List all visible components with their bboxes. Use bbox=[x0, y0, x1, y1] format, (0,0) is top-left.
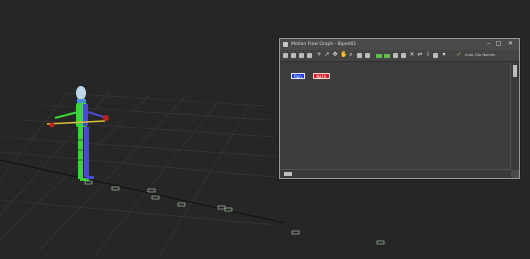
save-icon[interactable] bbox=[393, 53, 398, 58]
motion-flow-graph-window[interactable]: Motion Flow Graph - Biped01 – □ ✕ + ↗ ✥ … bbox=[279, 38, 520, 179]
biped-right-hand bbox=[103, 115, 109, 121]
zoom-icon[interactable]: ⌕ bbox=[348, 52, 354, 58]
zoom-extents-icon[interactable] bbox=[357, 53, 362, 58]
horizontal-scrollbar[interactable] bbox=[280, 169, 511, 178]
hand-icon[interactable]: ✋ bbox=[340, 52, 347, 58]
vertical-scrollbar[interactable] bbox=[510, 62, 519, 170]
rotate-icon[interactable] bbox=[299, 53, 304, 58]
maximize-button[interactable]: □ bbox=[494, 40, 503, 48]
app-icon bbox=[283, 42, 288, 47]
create-random-motion-icon[interactable] bbox=[376, 54, 382, 58]
clip-node-run[interactable]: Run bbox=[291, 73, 305, 79]
transition-icon[interactable]: ⇌ bbox=[417, 52, 423, 58]
vertical-scroll-thumb[interactable] bbox=[513, 65, 517, 77]
move-icon[interactable] bbox=[283, 53, 288, 58]
link-icon[interactable] bbox=[433, 53, 438, 58]
close-button[interactable]: ✕ bbox=[506, 40, 515, 48]
clip-node-walk[interactable]: Walk bbox=[313, 73, 330, 79]
sort-icon[interactable] bbox=[291, 53, 296, 58]
minimize-button[interactable]: – bbox=[484, 40, 493, 48]
resize-grip[interactable] bbox=[511, 170, 519, 178]
add-clip-icon[interactable]: + bbox=[316, 52, 322, 58]
info-icon[interactable]: i bbox=[425, 52, 431, 58]
biped-left-hand bbox=[49, 122, 55, 128]
delete-icon[interactable]: ✕ bbox=[409, 52, 415, 58]
select-icon[interactable]: ↗ bbox=[324, 52, 330, 58]
motion-icon[interactable] bbox=[384, 54, 390, 58]
window-title: Motion Flow Graph - Biped01 bbox=[291, 42, 357, 47]
checkmark-icon[interactable]: ✓ bbox=[456, 52, 462, 58]
horizontal-scroll-thumb[interactable] bbox=[284, 172, 292, 176]
frame-icon[interactable] bbox=[365, 53, 370, 58]
window-titlebar[interactable]: Motion Flow Graph - Biped01 – □ ✕ bbox=[280, 39, 519, 50]
auto-clip-names-label[interactable]: Auto Clip Names bbox=[465, 53, 495, 57]
load-icon[interactable] bbox=[401, 53, 406, 58]
align-icon[interactable] bbox=[307, 53, 312, 58]
motion-flow-canvas[interactable]: Run Walk bbox=[280, 62, 511, 170]
pan-icon[interactable]: ✥ bbox=[332, 52, 338, 58]
motion-flow-toolbar: + ↗ ✥ ✋ ⌕ ✕ ⇌ i ▾ ✓ Auto Clip Names bbox=[280, 50, 519, 62]
dropdown-icon[interactable]: ▾ bbox=[441, 52, 447, 58]
biped-head bbox=[76, 86, 86, 100]
